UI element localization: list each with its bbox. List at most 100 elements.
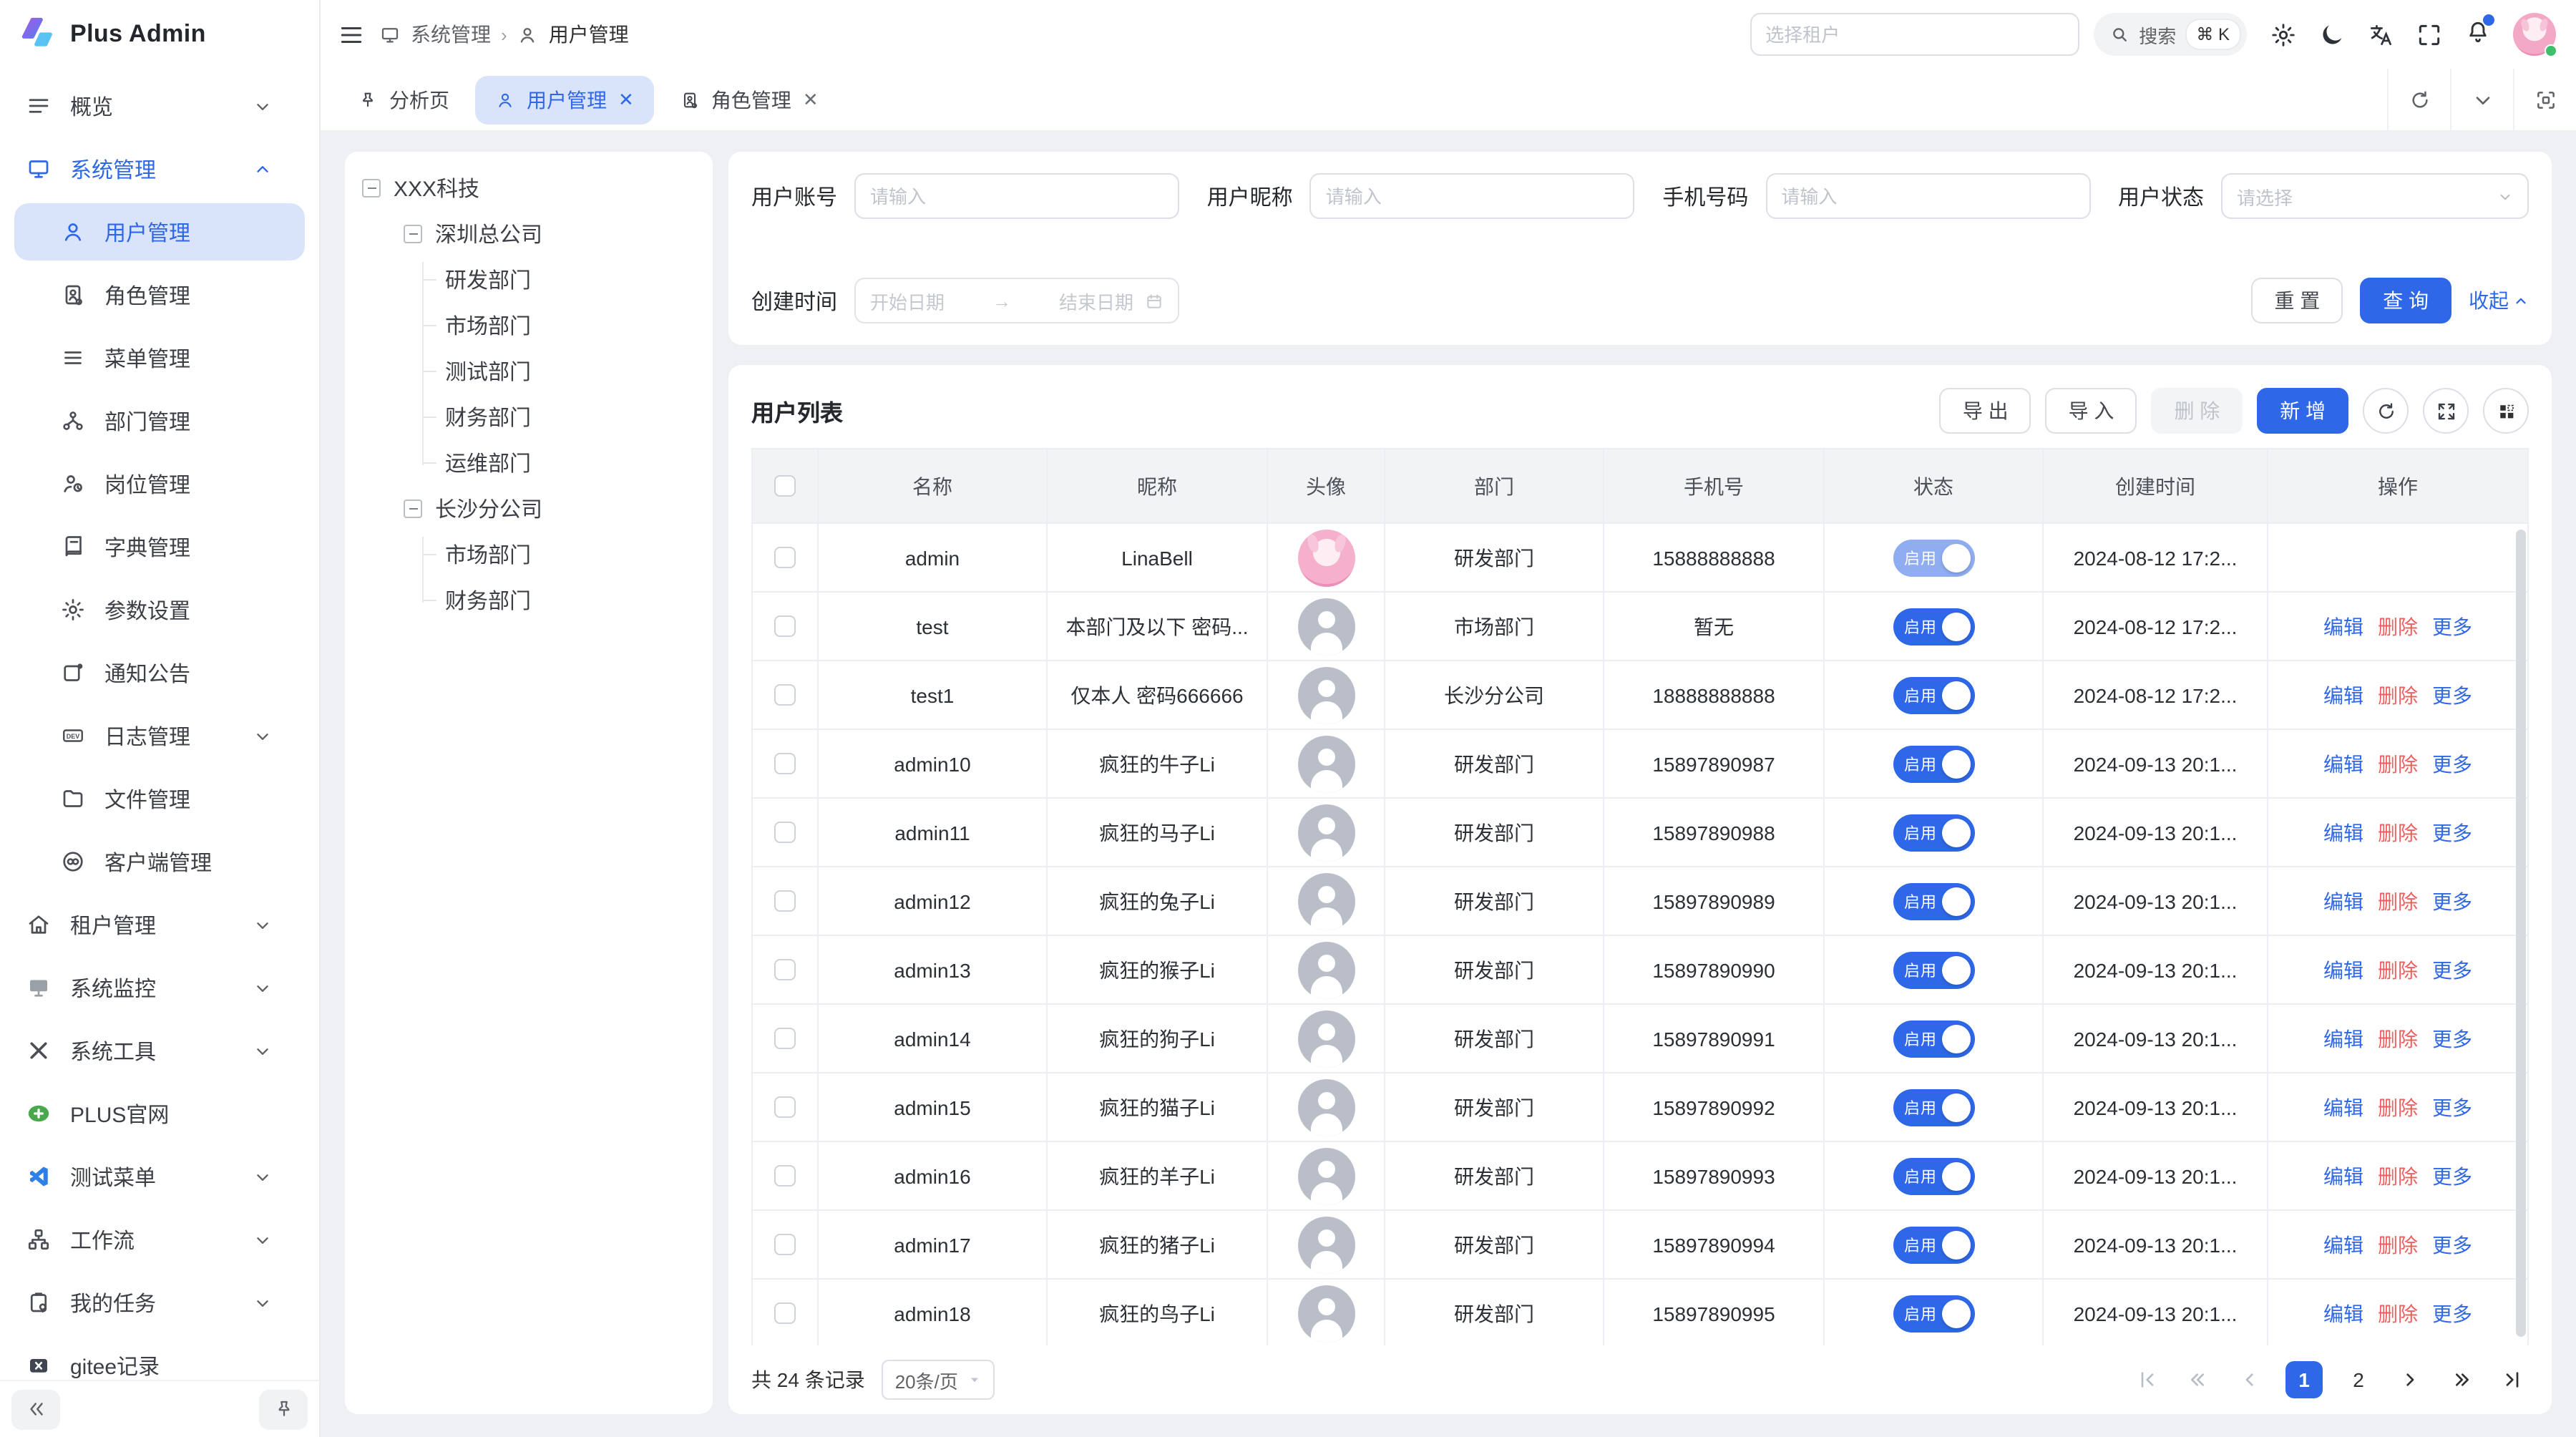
tree-collapse-icon[interactable] [404,499,422,517]
table-fullscreen-button[interactable] [2423,388,2469,434]
tab-用户管理[interactable]: 用户管理✕ [475,75,654,124]
sidebar-item-部门管理[interactable]: 部门管理 [14,392,305,449]
edit-link[interactable]: 编辑 [2323,887,2363,915]
add-button[interactable]: 新 增 [2257,388,2348,434]
status-toggle[interactable]: 启用 [1893,1295,1974,1332]
status-toggle[interactable]: 启用 [1893,1020,1974,1057]
sidebar-item-角色管理[interactable]: 角色管理 [14,266,305,323]
row-checkbox[interactable] [774,959,796,980]
tree-node-运维部门[interactable]: 运维部门 [445,445,696,479]
edit-link[interactable]: 编辑 [2323,1230,2363,1259]
user-avatar[interactable] [2513,13,2556,56]
tenant-select-input[interactable] [1750,13,2079,56]
sidebar-item-系统管理[interactable]: 系统管理 [14,140,305,198]
delete-button[interactable]: 删 除 [2151,388,2243,434]
more-link[interactable]: 更多 [2432,955,2472,984]
more-link[interactable]: 更多 [2432,1230,2472,1259]
tab-more-button[interactable] [2450,69,2513,130]
delete-link[interactable]: 删除 [2378,1299,2418,1328]
status-toggle[interactable]: 启用 [1893,882,1974,920]
tree-node-长沙分公司[interactable]: 长沙分公司 [404,491,696,525]
content-fullscreen-button[interactable] [2513,69,2576,130]
delete-link[interactable]: 删除 [2378,1161,2418,1190]
sidebar-collapse-button[interactable] [11,1389,60,1429]
date-range-input[interactable]: 开始日期 → 结束日期 [854,278,1179,323]
collapse-filters-link[interactable]: 收起 [2469,286,2529,315]
edit-link[interactable]: 编辑 [2323,1299,2363,1328]
tree-node-市场部门[interactable]: 市场部门 [445,537,696,571]
sidebar-item-文件管理[interactable]: 文件管理 [14,770,305,827]
tab-refresh-button[interactable] [2387,69,2450,130]
delete-link[interactable]: 删除 [2378,818,2418,847]
query-button[interactable]: 查 询 [2360,278,2451,323]
row-checkbox[interactable] [774,1165,796,1187]
delete-link[interactable]: 删除 [2378,612,2418,640]
select-all-checkbox[interactable] [774,475,796,497]
sidebar-item-PLUS官网[interactable]: PLUS官网 [14,1085,305,1142]
tree-node-研发部门[interactable]: 研发部门 [445,262,696,296]
settings-icon[interactable] [2270,21,2297,48]
more-link[interactable]: 更多 [2432,681,2472,709]
sidebar-item-客户端管理[interactable]: 客户端管理 [14,833,305,890]
edit-link[interactable]: 编辑 [2323,681,2363,709]
next-group-button[interactable] [2446,1364,2477,1395]
edit-link[interactable]: 编辑 [2323,955,2363,984]
notifications-button[interactable] [2464,19,2492,50]
sidebar-item-岗位管理[interactable]: 岗位管理 [14,455,305,512]
prev-group-button[interactable] [2182,1364,2214,1395]
filter-select-用户状态[interactable]: 请选择 [2221,173,2529,219]
next-page-button[interactable] [2394,1364,2426,1395]
filter-input-用户昵称[interactable] [1310,173,1635,219]
delete-link[interactable]: 删除 [2378,1230,2418,1259]
more-link[interactable]: 更多 [2432,1299,2472,1328]
delete-link[interactable]: 删除 [2378,681,2418,709]
global-search-button[interactable]: 搜索 ⌘ K [2093,13,2247,56]
sidebar-item-用户管理[interactable]: 用户管理 [14,203,305,260]
close-icon[interactable]: ✕ [803,88,819,111]
sidebar-item-通知公告[interactable]: 通知公告 [14,644,305,701]
status-toggle[interactable]: 启用 [1893,951,1974,988]
sidebar-pin-button[interactable] [259,1389,308,1429]
breadcrumb-item[interactable]: 系统管理 [411,20,491,49]
table-refresh-button[interactable] [2363,388,2409,434]
reset-button[interactable]: 重 置 [2251,278,2343,323]
row-checkbox[interactable] [774,1302,796,1324]
last-page-button[interactable] [2497,1364,2529,1395]
more-link[interactable]: 更多 [2432,818,2472,847]
delete-link[interactable]: 删除 [2378,749,2418,778]
row-checkbox[interactable] [774,890,796,912]
sidebar-item-参数设置[interactable]: 参数设置 [14,581,305,638]
tree-collapse-icon[interactable] [362,178,381,197]
translate-icon[interactable] [2367,21,2394,48]
sidebar-item-工作流[interactable]: 工作流 [14,1211,305,1268]
more-link[interactable]: 更多 [2432,887,2472,915]
sidebar-item-gitee记录[interactable]: gitee记录 [14,1337,305,1380]
status-toggle[interactable]: 启用 [1893,814,1974,851]
tree-node-财务部门[interactable]: 财务部门 [445,583,696,617]
edit-link[interactable]: 编辑 [2323,818,2363,847]
dark-mode-moon-icon[interactable] [2318,21,2346,48]
table-scrollbar[interactable] [2516,530,2526,1337]
tab-分析页[interactable]: 分析页 [338,75,469,124]
delete-link[interactable]: 删除 [2378,1024,2418,1053]
page-size-select[interactable]: 20条/页 [882,1360,995,1400]
sidebar-item-日志管理[interactable]: DEV日志管理 [14,707,305,764]
more-link[interactable]: 更多 [2432,1024,2472,1053]
tree-node-root[interactable]: XXX科技 [362,170,696,205]
sidebar-item-概览[interactable]: 概览 [14,77,305,135]
more-link[interactable]: 更多 [2432,1093,2472,1121]
sidebar-item-租户管理[interactable]: 租户管理 [14,896,305,953]
edit-link[interactable]: 编辑 [2323,612,2363,640]
filter-input-手机号码[interactable] [1765,173,2090,219]
row-checkbox[interactable] [774,753,796,774]
import-button[interactable]: 导 入 [2046,388,2137,434]
edit-link[interactable]: 编辑 [2323,1093,2363,1121]
status-toggle[interactable]: 启用 [1893,1088,1974,1126]
page-button-2[interactable]: 2 [2343,1364,2374,1395]
tab-角色管理[interactable]: 角色管理✕ [660,75,839,124]
more-link[interactable]: 更多 [2432,749,2472,778]
tree-node-测试部门[interactable]: 测试部门 [445,354,696,388]
status-toggle[interactable]: 启用 [1893,676,1974,713]
sidebar-item-菜单管理[interactable]: 菜单管理 [14,329,305,386]
row-checkbox[interactable] [774,1028,796,1049]
